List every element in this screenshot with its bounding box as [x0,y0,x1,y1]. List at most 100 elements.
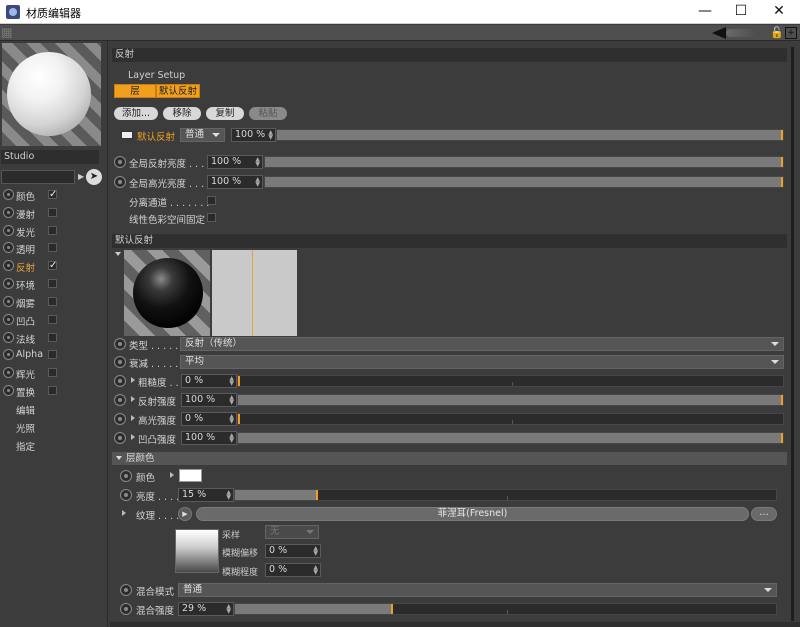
blur-scale-input[interactable]: 0 % ▲ ▼ [265,563,321,577]
bump-strength-slider[interactable] [237,432,784,444]
channel-item-alpha[interactable]: Alpha [2,347,102,364]
material-preview[interactable] [2,43,101,146]
channel-checkbox[interactable] [48,208,57,217]
texture-menu-button[interactable]: ▶ [178,507,192,521]
paste-layer-button[interactable]: 粘贴 [249,107,287,120]
channel-item-diffusion[interactable]: 漫射 [2,205,102,222]
layer-opacity-slider[interactable] [276,129,784,141]
channel-checkbox[interactable]: ✓ [48,261,57,271]
channel-checkbox[interactable] [48,350,57,359]
channel-item-bump[interactable]: 凹凸 [2,312,102,329]
global-reflect-input[interactable]: 100 % ▲ ▼ [207,155,263,169]
channel-item-fog[interactable]: 烟雾 [2,294,102,311]
nav-item-editor[interactable]: 编辑 [16,403,35,417]
layer-mode-dropdown[interactable]: 普通 [180,128,225,142]
layer-opacity-input[interactable]: 100 % ▲ ▼ [231,128,276,142]
channel-checkbox[interactable] [48,243,57,252]
animate-ring-icon[interactable] [114,413,126,425]
eye-icon[interactable] [121,131,133,139]
close-button[interactable]: ✕ [762,0,796,24]
expand-icon[interactable] [131,396,135,402]
roughness-slider[interactable] [237,375,784,387]
channel-item-reflectance[interactable]: 反射 ✓ [2,258,102,275]
channel-item-transparency[interactable]: 透明 [2,240,102,257]
animate-ring-icon[interactable] [114,356,126,368]
reflection-strength-input[interactable]: 100 % ▲ ▼ [181,393,237,407]
roughness-input[interactable]: 0 % ▲ ▼ [181,374,237,388]
nav-item-assignment[interactable]: 指定 [16,439,35,453]
channel-item-environment[interactable]: 环境 [2,276,102,293]
specular-strength-slider[interactable] [237,413,784,425]
channel-item-luminance[interactable]: 发光 [2,223,102,240]
expand-icon[interactable] [131,434,135,440]
blur-offset-input[interactable]: 0 % ▲ ▼ [265,544,321,558]
add-layer-button[interactable]: 添加... [114,107,158,120]
expand-icon[interactable] [122,510,126,516]
global-specular-input[interactable]: 100 % ▲ ▼ [207,175,263,189]
layer-row-default[interactable]: 默认反射 普通 100 % ▲ ▼ [110,127,786,143]
separate-pass-checkbox[interactable] [207,196,216,205]
brightness-input[interactable]: 15 % ▲ ▼ [178,488,234,502]
animate-ring-icon[interactable] [120,584,132,596]
blend-strength-slider[interactable] [234,603,777,615]
animate-ring-icon[interactable] [120,470,132,482]
type-dropdown[interactable]: 反射（传统） [180,337,784,351]
pick-cursor-icon[interactable]: ➤ [86,169,102,185]
channel-checkbox[interactable] [48,279,57,288]
remove-layer-button[interactable]: 移除 [163,107,201,120]
lock-icon[interactable]: 🔓 [770,27,784,39]
chevron-right-icon[interactable]: ▶ [78,171,84,183]
global-specular-slider[interactable] [264,176,784,188]
grip-icon[interactable] [2,28,12,38]
channel-checkbox[interactable] [48,333,57,342]
channel-checkbox[interactable] [48,386,57,395]
channel-checkbox[interactable] [48,368,57,377]
reflection-strength-slider[interactable] [237,394,784,406]
maximize-button[interactable]: ☐ [724,0,758,24]
attenuation-dropdown[interactable]: 平均 [180,355,784,369]
animate-ring-icon[interactable] [114,432,126,444]
new-window-icon[interactable]: + [785,27,797,39]
scrollbar-thumb[interactable] [791,47,794,621]
expand-icon[interactable] [131,377,135,383]
collapse-icon[interactable] [115,252,121,256]
channel-item-normal[interactable]: 法线 [2,330,102,347]
tab-default-reflect[interactable]: 默认反射 [156,84,200,98]
blend-strength-input[interactable]: 29 % ▲ ▼ [178,602,234,616]
channel-checkbox[interactable] [48,315,57,324]
blend-mode-dropdown[interactable]: 普通 [178,583,777,597]
channel-checkbox[interactable] [48,226,57,235]
expand-icon[interactable] [170,472,174,478]
animate-ring-icon[interactable] [120,489,132,501]
minimize-button[interactable]: — [688,0,722,24]
linear-space-checkbox[interactable] [207,213,216,222]
color-swatch[interactable] [179,469,202,482]
channel-item-color[interactable]: 颜色 ✓ [2,187,102,204]
section-header-layer-color[interactable]: 层颜色 [112,452,787,465]
animate-ring-icon[interactable] [114,375,126,387]
copy-layer-button[interactable]: 复制 [206,107,244,120]
animate-ring-icon[interactable] [120,603,132,615]
animate-ring-icon[interactable] [114,394,126,406]
channel-checkbox[interactable]: ✓ [48,190,57,200]
animate-ring-icon[interactable] [114,176,126,188]
texture-more-button[interactable]: ... [751,507,777,521]
expand-icon[interactable] [131,415,135,421]
studio-label[interactable]: Studio [1,150,99,164]
channel-item-glow[interactable]: 辉光 [2,365,102,382]
brightness-slider[interactable] [234,489,777,501]
channel-item-displacement[interactable]: 置换 [2,383,102,400]
nav-item-illumination[interactable]: 光照 [16,421,35,435]
global-reflect-slider[interactable] [264,156,784,168]
channel-search-input[interactable] [1,170,75,184]
sampling-dropdown[interactable]: 无 [265,525,319,539]
channel-checkbox[interactable] [48,297,57,306]
tab-layer[interactable]: 层 [114,84,156,98]
reflection-strength-row: 反射强度 100 % ▲ ▼ [110,392,786,408]
animate-ring-icon[interactable] [114,338,126,350]
back-arrow-icon[interactable] [712,27,726,39]
animate-ring-icon[interactable] [114,156,126,168]
texture-shader-button[interactable]: 菲涅耳(Fresnel) [196,507,749,521]
specular-strength-input[interactable]: 0 % ▲ ▼ [181,412,237,426]
bump-strength-input[interactable]: 100 % ▲ ▼ [181,431,237,445]
